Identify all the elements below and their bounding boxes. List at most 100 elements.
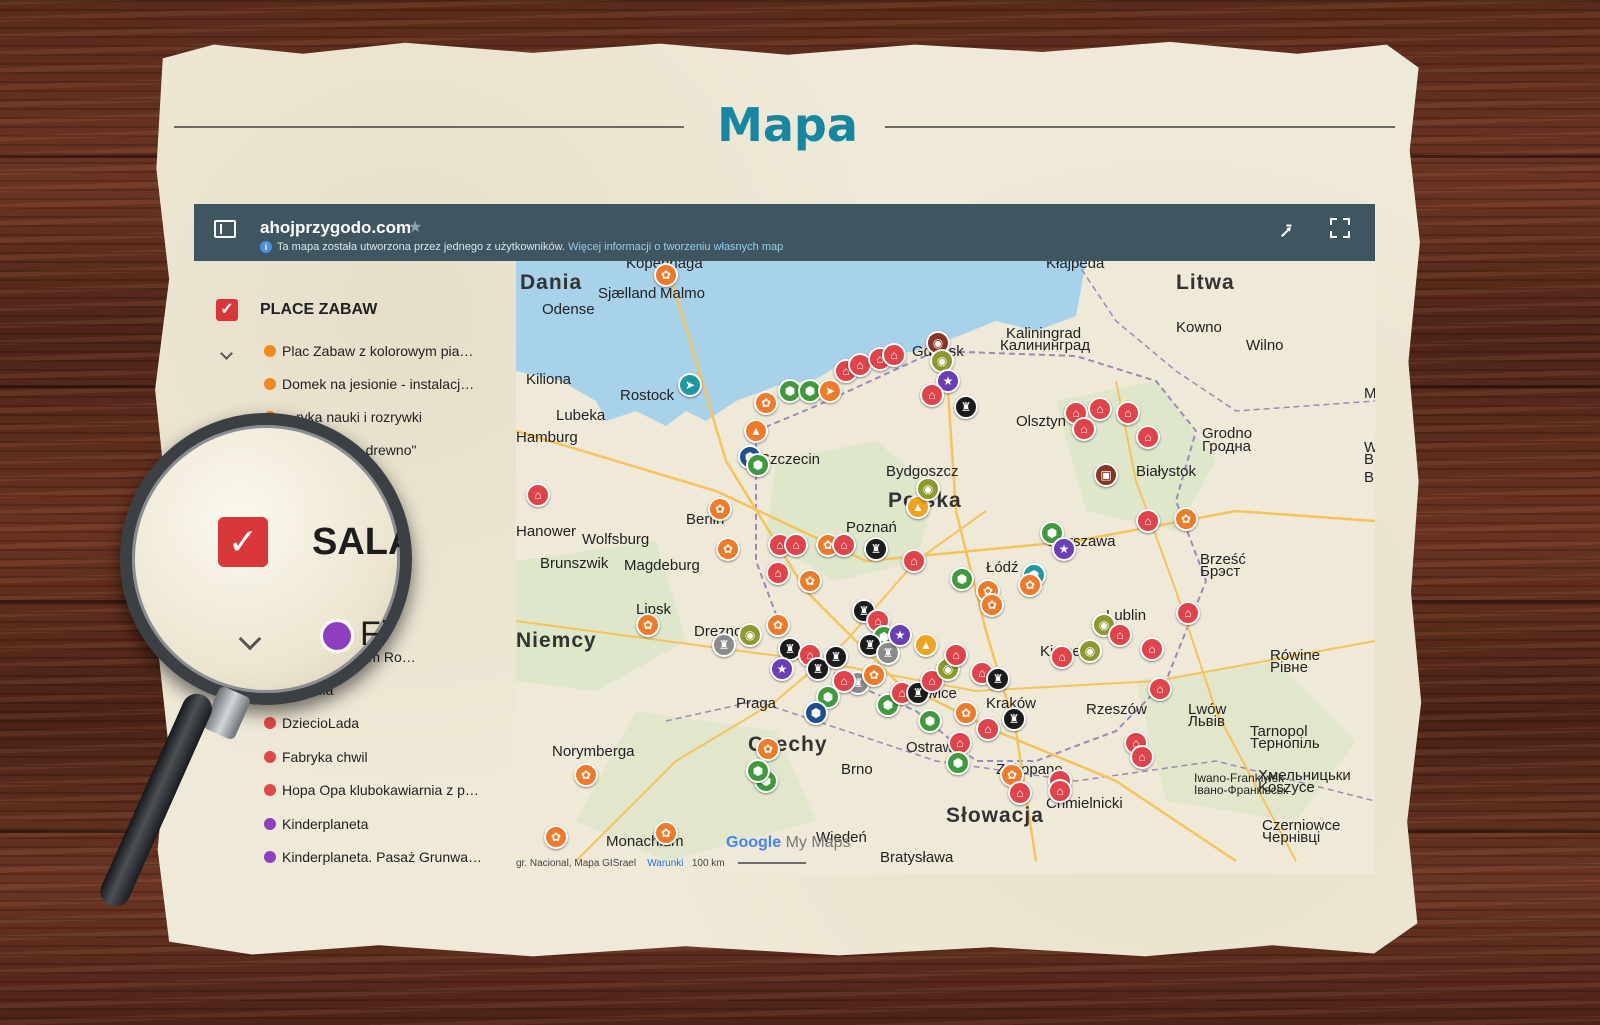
legend-item[interactable]: Plac Zabaw z kolorowym pia…: [264, 343, 473, 359]
legend-item-label: Kinderplaneta: [282, 816, 369, 832]
place-marker-icon[interactable]: ✿: [754, 391, 778, 415]
place-marker-icon[interactable]: ⌂: [1088, 397, 1112, 421]
country-label: Słowacja: [946, 804, 1044, 827]
city-label: Odense: [542, 301, 595, 318]
place-marker-icon[interactable]: ✿: [798, 569, 822, 593]
legend-item-label: Plac Zabaw z kolorowym pia…: [282, 343, 474, 359]
place-marker-icon[interactable]: ⌂: [1140, 637, 1164, 661]
place-marker-icon[interactable]: ➤: [818, 379, 842, 403]
place-marker-icon[interactable]: ▲: [914, 633, 938, 657]
place-marker-icon[interactable]: ⬢: [804, 701, 828, 725]
place-marker-icon[interactable]: ⌂: [1048, 779, 1072, 803]
map-info-note: i Ta mapa została utworzona przez jednego…: [260, 241, 783, 253]
sidebar-toggle-icon[interactable]: [214, 220, 236, 238]
layer-checkbox[interactable]: ✓: [216, 299, 238, 321]
city-label: Łódź: [986, 559, 1019, 576]
city-label: Брэст: [1200, 563, 1241, 580]
magnified-item-text: Fi: [360, 615, 389, 653]
city-label: Praga: [736, 695, 777, 712]
place-marker-icon[interactable]: ⌂: [784, 533, 808, 557]
place-marker-icon[interactable]: ✿: [654, 821, 678, 845]
place-marker-icon[interactable]: ⌂: [1130, 745, 1154, 769]
legend-item[interactable]: Kinderplaneta: [264, 816, 368, 832]
place-marker-icon[interactable]: ⌂: [832, 533, 856, 557]
place-marker-icon[interactable]: ⌂: [1108, 623, 1132, 647]
city-label: Wilno: [1246, 337, 1284, 354]
place-marker-icon[interactable]: ◉: [1078, 639, 1102, 663]
place-marker-icon[interactable]: ⬢: [746, 453, 770, 477]
terms-link[interactable]: Warunki: [647, 858, 683, 869]
map-canvas[interactable]: DaniaLitwaPolskaNiemcyCzechySłowacjaKope…: [516, 261, 1375, 874]
map-attribution: gr. Nacional, Mapa GISrael Warunki 100 k…: [516, 858, 725, 869]
place-marker-icon[interactable]: ★: [770, 657, 794, 681]
title-rule-right: [885, 126, 1395, 128]
place-marker-icon[interactable]: ⌂: [1136, 425, 1160, 449]
place-marker-icon[interactable]: ✿: [1018, 573, 1042, 597]
chevron-down-icon[interactable]: [220, 347, 233, 360]
place-marker-icon[interactable]: ✿: [1174, 507, 1198, 531]
map-info-link[interactable]: Więcej informacji o tworzeniu własnych m…: [568, 241, 783, 253]
place-marker-icon[interactable]: ⌂: [766, 561, 790, 585]
city-label: Poznań: [846, 519, 897, 536]
place-marker-icon[interactable]: ⌂: [944, 643, 968, 667]
place-marker-icon[interactable]: ⌂: [902, 549, 926, 573]
place-marker-icon[interactable]: ✿: [954, 701, 978, 725]
place-marker-icon[interactable]: ✿: [654, 263, 678, 287]
place-marker-icon[interactable]: ♜: [864, 537, 888, 561]
place-marker-icon[interactable]: ✿: [980, 593, 1004, 617]
city-label: Malmo: [660, 285, 706, 302]
place-marker-icon[interactable]: ⌂: [1008, 781, 1032, 805]
place-marker-icon[interactable]: ★: [1052, 537, 1076, 561]
place-marker-icon[interactable]: ⌂: [1148, 677, 1172, 701]
place-type-icon: [264, 345, 276, 357]
place-marker-icon[interactable]: ➤: [678, 373, 702, 397]
legend-item[interactable]: Hopa Opa klubokawiarnia z p…: [264, 782, 479, 798]
legend-item[interactable]: Domek na jesionie - instalacj…: [264, 376, 474, 392]
place-marker-icon[interactable]: ✿: [708, 497, 732, 521]
place-marker-icon[interactable]: ✿: [862, 663, 886, 687]
place-marker-icon[interactable]: ♜: [954, 395, 978, 419]
legend-item[interactable]: DziecioLada: [264, 715, 359, 731]
legend-item-label: DziecioLada: [282, 715, 360, 731]
place-marker-icon[interactable]: ✿: [766, 613, 790, 637]
place-marker-icon[interactable]: ♜: [986, 667, 1010, 691]
place-type-icon: [264, 818, 276, 830]
place-marker-icon[interactable]: ⬢: [950, 567, 974, 591]
place-marker-icon[interactable]: ✿: [716, 537, 740, 561]
place-marker-icon[interactable]: ✿: [756, 737, 780, 761]
place-marker-icon[interactable]: ⌂: [1050, 645, 1074, 669]
place-marker-icon[interactable]: ⬢: [946, 751, 970, 775]
star-icon[interactable]: ★: [408, 217, 422, 237]
place-marker-icon[interactable]: ⌂: [1116, 401, 1140, 425]
place-marker-icon[interactable]: ⌂: [1136, 509, 1160, 533]
place-marker-icon[interactable]: ♜: [712, 633, 736, 657]
place-marker-icon[interactable]: ⌂: [1176, 601, 1200, 625]
city-label: B: [1364, 469, 1375, 486]
place-marker-icon[interactable]: ✿: [574, 763, 598, 787]
legend-item-label: Fabryka chwil: [282, 749, 368, 765]
place-marker-icon[interactable]: ▣: [1094, 463, 1118, 487]
place-marker-icon[interactable]: ⬢: [746, 759, 770, 783]
place-marker-icon[interactable]: ✿: [636, 613, 660, 637]
legend-item-label: Hopa Opa klubokawiarnia z p…: [282, 782, 479, 798]
place-marker-icon[interactable]: ◉: [738, 623, 762, 647]
place-marker-icon[interactable]: ⌂: [526, 483, 550, 507]
place-marker-icon[interactable]: ▲: [744, 419, 768, 443]
legend-item[interactable]: Fabryka chwil: [264, 749, 368, 765]
city-label: Hamburg: [516, 429, 578, 446]
place-marker-icon[interactable]: ⌂: [976, 717, 1000, 741]
map-title[interactable]: ahojprzygodo.com: [260, 218, 411, 238]
legend-item[interactable]: Kinderplaneta. Pasaż Grunwa…: [264, 849, 482, 865]
place-marker-icon[interactable]: ✿: [544, 825, 568, 849]
place-marker-icon[interactable]: ♜: [824, 645, 848, 669]
place-marker-icon[interactable]: ⌂: [1072, 417, 1096, 441]
place-marker-icon[interactable]: ♜: [1002, 707, 1026, 731]
info-icon: i: [260, 241, 272, 253]
place-marker-icon[interactable]: ⌂: [920, 383, 944, 407]
fullscreen-icon[interactable]: [1330, 218, 1350, 238]
share-icon[interactable]: ⭷: [1280, 218, 1292, 252]
place-marker-icon[interactable]: ◉: [916, 477, 940, 501]
place-marker-icon[interactable]: ⬢: [918, 709, 942, 733]
place-marker-icon[interactable]: ⌂: [882, 343, 906, 367]
place-marker-icon[interactable]: ★: [888, 623, 912, 647]
